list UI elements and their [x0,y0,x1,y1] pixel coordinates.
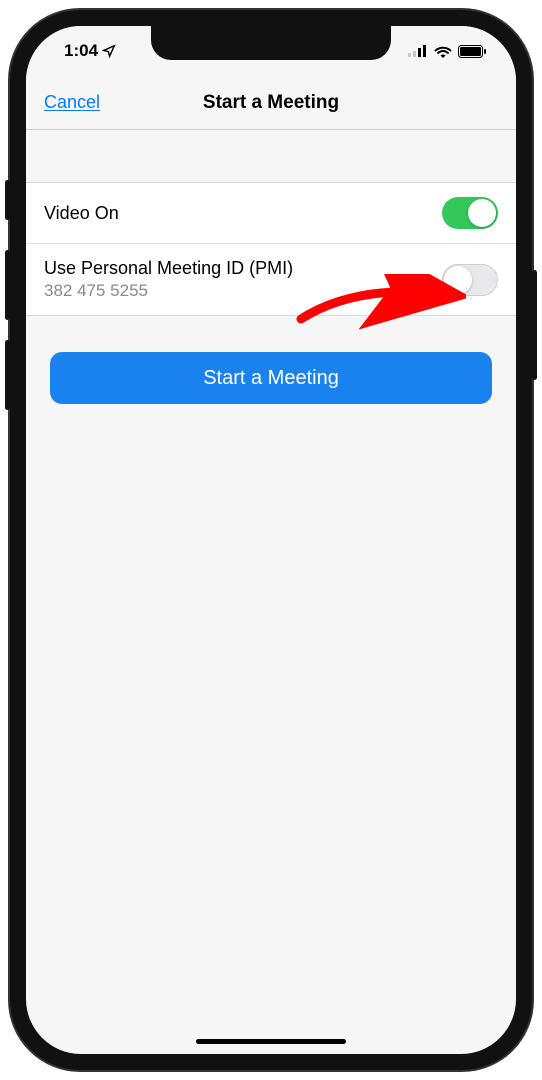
toggle-pmi[interactable] [442,264,498,296]
row-text: Use Personal Meeting ID (PMI) 382 475 52… [44,258,293,301]
location-icon [102,44,116,58]
side-button [5,180,10,220]
toggle-knob [444,266,472,294]
notch [151,26,391,60]
row-pmi: Use Personal Meeting ID (PMI) 382 475 52… [26,244,516,315]
page-title: Start a Meeting [203,92,339,114]
nav-bar: Cancel Start a Meeting [26,76,516,130]
home-indicator[interactable] [196,1039,346,1044]
settings-list: Video On Use Personal Meeting ID (PMI) 3… [26,182,516,316]
status-left: 1:04 [64,41,116,61]
toggle-knob [468,199,496,227]
status-right [408,45,486,58]
row-video-on: Video On [26,183,516,244]
side-button [532,270,537,380]
row-sublabel: 382 475 5255 [44,281,293,301]
cellular-icon [408,45,428,57]
row-text: Video On [44,203,119,224]
row-label: Video On [44,203,119,224]
battery-icon [458,45,486,58]
row-label: Use Personal Meeting ID (PMI) [44,258,293,279]
phone-frame: 1:04 [10,10,532,1070]
screen: 1:04 [26,26,516,1054]
status-time: 1:04 [64,41,98,61]
side-button [5,250,10,320]
start-meeting-button[interactable]: Start a Meeting [50,352,492,404]
start-meeting-label: Start a Meeting [203,367,339,390]
cancel-button[interactable]: Cancel [44,92,100,113]
side-button [5,340,10,410]
wifi-icon [434,45,452,58]
toggle-video-on[interactable] [442,197,498,229]
